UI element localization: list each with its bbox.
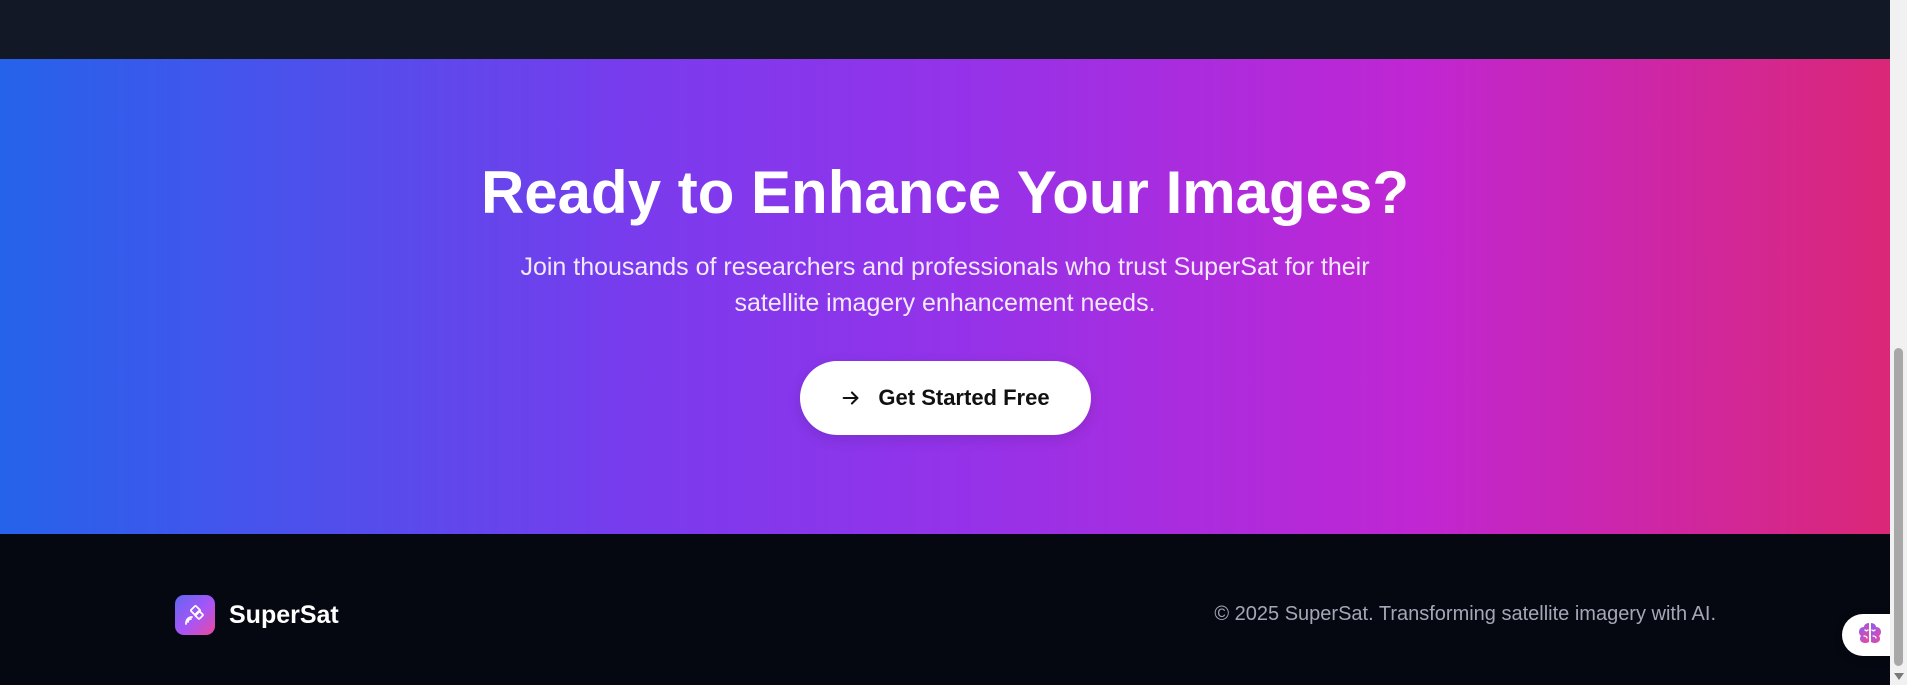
get-started-button[interactable]: Get Started Free [799,361,1091,435]
previous-section-edge [0,0,1890,59]
scrollbar-thumb[interactable] [1894,348,1903,666]
page-viewport: Ready to Enhance Your Images? Join thous… [0,0,1907,685]
footer-brand[interactable]: SuperSat [175,595,339,635]
cta-section: Ready to Enhance Your Images? Join thous… [0,59,1890,534]
satellite-icon [175,595,215,635]
page-scrollbar[interactable] [1890,0,1907,685]
cta-title: Ready to Enhance Your Images? [480,159,1410,226]
scroll-down-arrow-icon[interactable] [1894,673,1904,680]
footer-brand-name: SuperSat [229,600,339,629]
get-started-label: Get Started Free [878,385,1050,410]
brain-icon [1856,620,1884,651]
footer-copyright: © 2025 SuperSat. Transforming satellite … [1214,603,1716,625]
cta-subtitle: Join thousands of researchers and profes… [520,253,1370,317]
arrow-right-icon [840,387,862,409]
site-footer: SuperSat © 2025 SuperSat. Transforming s… [0,534,1890,685]
